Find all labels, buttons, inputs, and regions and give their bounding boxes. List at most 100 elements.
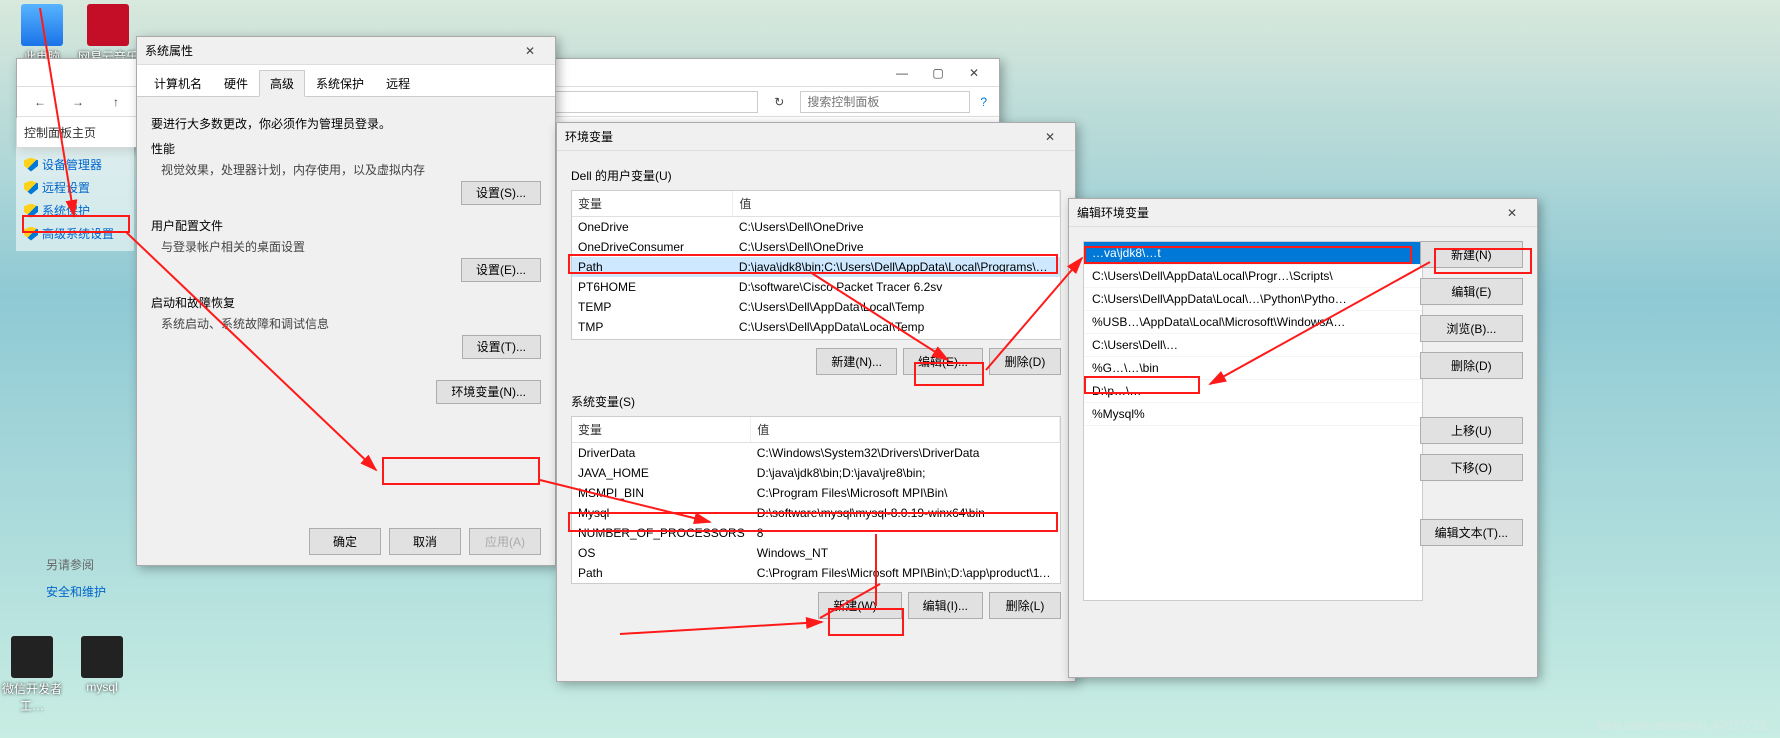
edit-button[interactable]: 编辑(E) bbox=[1420, 278, 1523, 305]
moveup-button[interactable]: 上移(U) bbox=[1420, 417, 1523, 444]
path-list[interactable]: …va\jdk8\…tC:\Users\Dell\AppData\Local\P… bbox=[1083, 241, 1423, 601]
cancel-button[interactable]: 取消 bbox=[389, 528, 461, 555]
maximize-button[interactable]: ▢ bbox=[921, 62, 955, 84]
table-row[interactable]: NUMBER_OF_PROCESSORS8 bbox=[572, 523, 1060, 543]
sys-vars-list[interactable]: 变量 值 DriverDataC:\Windows\System32\Drive… bbox=[571, 416, 1061, 584]
var-value: C:\Users\Dell\OneDrive bbox=[733, 217, 1060, 238]
sys-delete-button[interactable]: 删除(L) bbox=[989, 592, 1061, 619]
user-vars-label: Dell 的用户变量(U) bbox=[571, 167, 1061, 184]
table-row[interactable]: OneDriveC:\Users\Dell\OneDrive bbox=[572, 217, 1060, 238]
table-row[interactable]: TMPC:\Users\Dell\AppData\Local\Temp bbox=[572, 317, 1060, 337]
table-row[interactable]: JAVA_HOMED:\java\jdk8\bin;D:\java\jre8\b… bbox=[572, 463, 1060, 483]
admin-notice: 要进行大多数更改，你必须作为管理员登录。 bbox=[151, 115, 541, 132]
close-button[interactable]: ✕ bbox=[957, 62, 991, 84]
list-item[interactable]: …va\jdk8\…t bbox=[1084, 242, 1422, 265]
user-vars-list[interactable]: 变量 值 OneDriveC:\Users\Dell\OneDriveOneDr… bbox=[571, 190, 1061, 340]
edit-env-var-dialog: 编辑环境变量 ✕ …va\jdk8\…tC:\Users\Dell\AppDat… bbox=[1068, 198, 1538, 678]
tab-advanced[interactable]: 高级 bbox=[259, 70, 305, 97]
user-new-button[interactable]: 新建(N)... bbox=[816, 348, 897, 375]
var-name: DriverData bbox=[572, 443, 751, 464]
desktop-icon-this-pc[interactable]: 此电脑 bbox=[12, 4, 72, 65]
sidebar-device-manager[interactable]: 设备管理器 bbox=[24, 153, 126, 176]
var-value: D:\java\jdk8\bin;D:\java\jre8\bin; bbox=[751, 463, 1060, 483]
help-icon[interactable]: ? bbox=[980, 95, 987, 109]
user-delete-button[interactable]: 删除(D) bbox=[989, 348, 1061, 375]
env-variables-button[interactable]: 环境变量(N)... bbox=[436, 380, 541, 404]
desktop-icon-mysql[interactable]: mysql bbox=[72, 636, 132, 694]
forward-button[interactable]: → bbox=[61, 91, 95, 113]
cp-sidebar-title: 控制面板主页 bbox=[24, 124, 126, 141]
sidebar-sysprotect[interactable]: 系统保护 bbox=[24, 199, 126, 222]
list-item[interactable]: C:\Users\Dell\AppData\Local\…\Python\Pyt… bbox=[1084, 288, 1422, 311]
table-row[interactable]: PathC:\Program Files\Microsoft MPI\Bin\;… bbox=[572, 563, 1060, 583]
browse-button[interactable]: 浏览(B)... bbox=[1420, 315, 1523, 342]
col-val-header[interactable]: 值 bbox=[733, 191, 1060, 217]
ok-button[interactable]: 确定 bbox=[309, 528, 381, 555]
up-button[interactable]: ↑ bbox=[99, 91, 133, 113]
table-row[interactable]: OSWindows_NT bbox=[572, 543, 1060, 563]
movedown-button[interactable]: 下移(O) bbox=[1420, 454, 1523, 481]
tab-protection[interactable]: 系统保护 bbox=[305, 70, 375, 97]
back-button[interactable]: ← bbox=[23, 91, 57, 113]
perf-settings-button[interactable]: 设置(S)... bbox=[461, 181, 541, 205]
tab-hardware[interactable]: 硬件 bbox=[213, 70, 259, 97]
see-also: 另请参阅 安全和维护 bbox=[46, 556, 106, 600]
list-item[interactable]: %G…\…\bin bbox=[1084, 357, 1422, 380]
minimize-button[interactable]: — bbox=[885, 62, 919, 84]
table-row[interactable]: TEMPC:\Users\Dell\AppData\Local\Temp bbox=[572, 297, 1060, 317]
system-properties-dialog: 系统属性 ✕ 计算机名 硬件 高级 系统保护 远程 要进行大多数更改，你必须作为… bbox=[136, 36, 556, 566]
var-name: OS bbox=[572, 543, 751, 563]
col-var-header[interactable]: 变量 bbox=[572, 191, 733, 217]
tab-computer-name[interactable]: 计算机名 bbox=[143, 70, 213, 97]
col-var-header[interactable]: 变量 bbox=[572, 417, 751, 443]
sidebar-remote[interactable]: 远程设置 bbox=[24, 176, 126, 199]
table-row[interactable]: DriverDataC:\Windows\System32\Drivers\Dr… bbox=[572, 443, 1060, 464]
edittext-button[interactable]: 编辑文本(T)... bbox=[1420, 519, 1523, 546]
link-text: 系统保护 bbox=[42, 202, 90, 219]
var-value: D:\software\Cisco Packet Tracer 6.2sv bbox=[733, 277, 1060, 297]
profile-settings-button[interactable]: 设置(E)... bbox=[461, 258, 541, 282]
shield-icon bbox=[24, 227, 38, 241]
table-row[interactable]: PT6HOMED:\software\Cisco Packet Tracer 6… bbox=[572, 277, 1060, 297]
list-item[interactable]: %Mysql% bbox=[1084, 403, 1422, 426]
tab-remote[interactable]: 远程 bbox=[375, 70, 421, 97]
profile-title: 用户配置文件 bbox=[151, 217, 541, 234]
var-name: TEMP bbox=[572, 297, 733, 317]
shield-icon bbox=[24, 158, 38, 172]
table-row[interactable]: PathD:\java\jdk8\bin;C:\Users\Dell\AppDa… bbox=[572, 257, 1060, 277]
titlebar: 系统属性 ✕ bbox=[137, 37, 555, 65]
startup-settings-button[interactable]: 设置(T)... bbox=[462, 335, 541, 359]
sys-edit-button[interactable]: 编辑(I)... bbox=[908, 592, 983, 619]
apply-button[interactable]: 应用(A) bbox=[469, 528, 541, 555]
var-value: D:\software\mysql\mysql-8.0.19-winx64\bi… bbox=[751, 503, 1060, 523]
var-value: C:\Program Files\Microsoft MPI\Bin\;D:\a… bbox=[751, 563, 1060, 583]
user-edit-button[interactable]: 编辑(E)... bbox=[903, 348, 983, 375]
col-val-header[interactable]: 值 bbox=[751, 417, 1060, 443]
list-item[interactable]: C:\Users\Dell\AppData\Local\Progr…\Scrip… bbox=[1084, 265, 1422, 288]
close-button[interactable]: ✕ bbox=[513, 40, 547, 62]
var-name: Path bbox=[572, 563, 751, 583]
close-button[interactable]: ✕ bbox=[1033, 126, 1067, 148]
list-item[interactable]: C:\Users\Dell\… bbox=[1084, 334, 1422, 357]
new-button[interactable]: 新建(N) bbox=[1420, 241, 1523, 268]
desktop-icon-wxdev[interactable]: 微信开发者工… bbox=[2, 636, 62, 714]
table-row[interactable]: MSMPI_BINC:\Program Files\Microsoft MPI\… bbox=[572, 483, 1060, 503]
var-name: PT6HOME bbox=[572, 277, 733, 297]
table-row[interactable]: MysqlD:\software\mysql\mysql-8.0.19-winx… bbox=[572, 503, 1060, 523]
desktop-icon-netease[interactable]: 网易云音乐 bbox=[78, 4, 138, 65]
var-name: TMP bbox=[572, 317, 733, 337]
sidebar-advanced[interactable]: 高级系统设置 bbox=[24, 222, 126, 245]
delete-button[interactable]: 删除(D) bbox=[1420, 352, 1523, 379]
table-row[interactable]: OneDriveConsumerC:\Users\Dell\OneDrive bbox=[572, 237, 1060, 257]
see-also-link[interactable]: 安全和维护 bbox=[46, 583, 106, 600]
list-item[interactable]: %USB…\AppData\Local\Microsoft\WindowsA… bbox=[1084, 311, 1422, 334]
var-name: Mysql bbox=[572, 503, 751, 523]
refresh-button[interactable]: ↻ bbox=[762, 91, 796, 113]
close-button[interactable]: ✕ bbox=[1495, 202, 1529, 224]
search-input[interactable] bbox=[800, 91, 970, 113]
sys-new-button[interactable]: 新建(W)... bbox=[818, 592, 901, 619]
var-value: C:\Users\Dell\OneDrive bbox=[733, 237, 1060, 257]
watermark: blog.csdn.net/weixin_40077712 bbox=[1598, 718, 1766, 732]
list-item[interactable]: D:\p…\… bbox=[1084, 380, 1422, 403]
var-value: C:\Program Files\Microsoft MPI\Bin\ bbox=[751, 483, 1060, 503]
